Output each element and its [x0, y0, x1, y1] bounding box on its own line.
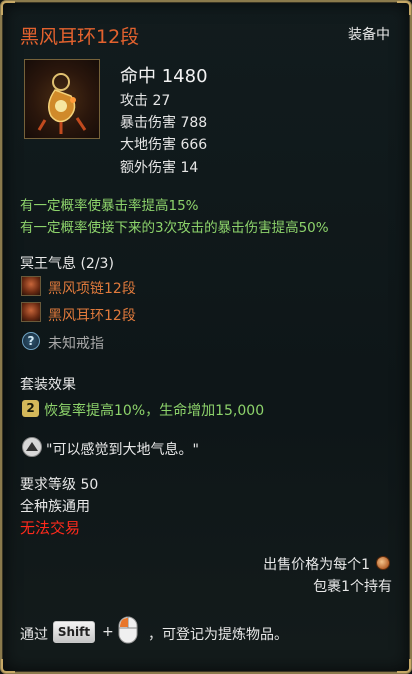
set-piece: 未知戒指: [48, 336, 104, 352]
earring-small-icon: [21, 302, 41, 322]
mountain-icon: [22, 437, 42, 457]
shift-key-icon: Shift: [53, 621, 95, 643]
item-tooltip: 黑风耳环12段 装备中 命中 1480 攻击 27 暴击伤害 788 大地伤害 …: [0, 0, 412, 674]
set-piece: 黑风项链12段: [48, 281, 136, 297]
set-bonus-header: 套装效果: [20, 377, 76, 393]
frame-corner: [1, 1, 15, 15]
unknown-ring-icon: ?: [22, 332, 40, 350]
set-bonus-text: 恢复率提高10%，生命增加15,000: [44, 403, 265, 419]
stat-line: 大地伤害 666: [120, 137, 208, 153]
stat-line: 暴击伤害 788: [120, 115, 208, 131]
set-count-badge: 2: [22, 400, 39, 417]
sell-price: 出售价格为每个1: [263, 557, 370, 573]
necklace-icon: [21, 276, 41, 296]
effect-line: 有一定概率使接下来的3次攻击的暴击伤害提高50%: [20, 220, 329, 236]
mountain-icon-art: [26, 442, 38, 451]
earring-icon-art: [37, 73, 87, 134]
mouse-icon: [117, 615, 139, 645]
effect-line: 有一定概率使暴击率提高15%: [20, 198, 199, 214]
hint-plus: +: [102, 624, 114, 640]
stat-main: 命中 1480: [120, 66, 208, 87]
stat-line: 攻击 27: [120, 93, 171, 109]
race-restriction: 全种族通用: [20, 499, 90, 515]
coin-icon: [376, 556, 390, 570]
flavor-text: "可以感觉到大地气息。": [46, 442, 199, 458]
bag-count: 包裹1个持有: [313, 579, 392, 595]
equipped-label: 装备中: [348, 27, 390, 43]
frame-corner: [397, 1, 411, 15]
set-name: 冥王气息 (2/3): [20, 256, 114, 272]
stat-line: 额外伤害 14: [120, 160, 199, 176]
set-piece: 黑风耳环12段: [48, 308, 136, 324]
frame-corner: [397, 659, 411, 673]
required-level: 要求等级 50: [20, 477, 99, 493]
mouse-icon-art: [118, 616, 138, 644]
frame-corner: [1, 659, 15, 673]
untradeable-label: 无法交易: [20, 519, 81, 537]
earring-icon: [24, 59, 100, 139]
item-name: 黑风耳环12段: [20, 26, 140, 48]
hint-suffix: ，可登记为提炼物品。: [148, 627, 288, 643]
hint-prefix: 通过: [20, 627, 48, 643]
